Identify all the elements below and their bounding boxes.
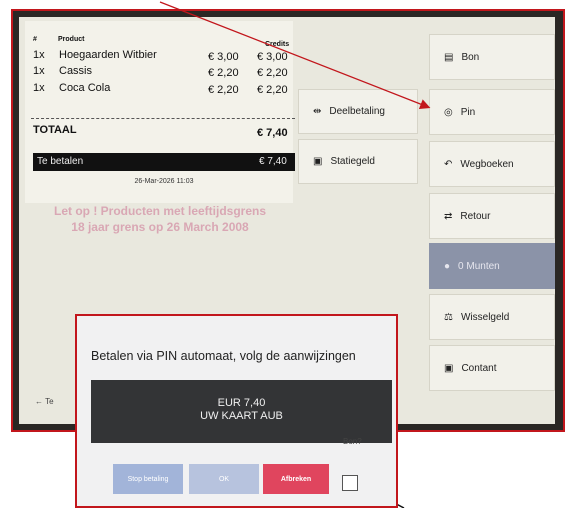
age-warning-line2: 18 jaar grens op 26 March 2008 bbox=[71, 220, 249, 234]
back-button-label: Te bbox=[45, 397, 54, 406]
item-price: € 2,20 bbox=[208, 67, 239, 79]
coin-icon: ◎ bbox=[444, 106, 453, 118]
receipt-panel: # Product Credits 1x Hoegaarden Witbier … bbox=[25, 21, 295, 203]
stop-payment-button[interactable]: Stop betaling bbox=[113, 464, 183, 494]
age-warning-line1: Let op ! Producten met leeftijdsgrens bbox=[53, 204, 267, 218]
pin-button[interactable]: ◎ Pin bbox=[429, 89, 555, 135]
receipt-icon: ▤ bbox=[444, 51, 454, 63]
item-price: € 2,20 bbox=[208, 84, 239, 96]
cash-icon: ▣ bbox=[444, 362, 454, 374]
pin-terminal-display: EUR 7,40 UW KAART AUB bbox=[91, 380, 392, 443]
amount-due-value: € 7,40 bbox=[259, 156, 287, 167]
item-name: Coca Cola bbox=[59, 82, 111, 94]
age-warning: Let op ! Producten met leeftijdsgrens 18… bbox=[29, 203, 291, 235]
amount-due-bar: Te betalen € 7,40 bbox=[33, 153, 295, 171]
wegboeken-button[interactable]: ↶ Wegboeken bbox=[429, 141, 555, 187]
item-credits: € 2,20 bbox=[257, 67, 288, 79]
retour-label: Retour bbox=[460, 210, 491, 222]
statiegeld-label: Statiegeld bbox=[330, 156, 375, 167]
col-header-credits: Credits bbox=[265, 41, 290, 48]
munten-label: 0 Munten bbox=[458, 260, 500, 272]
col-header-product: Product bbox=[58, 36, 85, 43]
undo-icon: ↶ bbox=[444, 158, 453, 170]
item-price: € 3,00 bbox=[208, 51, 239, 63]
cancel-button[interactable]: Afbreken bbox=[263, 464, 329, 494]
item-name: Hoegaarden Witbier bbox=[59, 49, 157, 61]
pin-amount: EUR 7,40 bbox=[217, 397, 266, 409]
item-name: Cassis bbox=[59, 65, 93, 77]
munten-button[interactable]: ● 0 Munten bbox=[429, 243, 555, 289]
deelbetaling-button[interactable]: ⇹ Deelbetaling bbox=[298, 89, 418, 134]
dialog-title: Betalen via PIN automaat, volg de aanwij… bbox=[91, 349, 356, 363]
pin-label: Pin bbox=[460, 106, 476, 118]
item-credits: € 2,20 bbox=[257, 84, 288, 96]
pin-dialog: Betalen via PIN automaat, volg de aanwij… bbox=[75, 314, 398, 508]
ok-button[interactable]: OK bbox=[189, 464, 259, 494]
coins-icon: ● bbox=[444, 260, 451, 272]
receipt-question-label: Bon? bbox=[343, 437, 362, 446]
total-label: TOTAAL bbox=[33, 124, 77, 136]
deelbetaling-label: Deelbetaling bbox=[329, 106, 385, 117]
receipt-date: 26-Mar-2026 11:03 bbox=[134, 178, 194, 185]
item-qty: 1x bbox=[33, 49, 45, 61]
col-header-qty: # bbox=[33, 36, 37, 43]
item-qty: 1x bbox=[33, 82, 45, 94]
statiegeld-button[interactable]: ▣ Statiegeld bbox=[298, 139, 418, 184]
receipt-checkbox[interactable] bbox=[342, 475, 358, 491]
pin-instruction: UW KAART AUB bbox=[200, 410, 283, 422]
change-icon: ⚖ bbox=[444, 311, 453, 323]
back-button[interactable]: ← Te bbox=[35, 397, 54, 406]
contant-button[interactable]: ▣ Contant bbox=[429, 345, 555, 391]
bon-label: Bon bbox=[461, 51, 480, 63]
wegboeken-label: Wegboeken bbox=[460, 158, 514, 170]
contant-label: Contant bbox=[461, 362, 497, 374]
retour-button[interactable]: ⇄ Retour bbox=[429, 193, 555, 239]
wisselgeld-button[interactable]: ⚖ Wisselgeld bbox=[429, 294, 555, 340]
item-qty: 1x bbox=[33, 65, 45, 77]
amount-due-label: Te betalen bbox=[37, 156, 84, 167]
receipt-divider bbox=[31, 118, 295, 119]
item-credits: € 3,00 bbox=[257, 51, 288, 63]
return-icon: ⇄ bbox=[444, 210, 453, 222]
split-icon: ⇹ bbox=[313, 106, 322, 117]
bon-button[interactable]: ▤ Bon bbox=[429, 34, 555, 80]
total-value: € 7,40 bbox=[257, 127, 288, 139]
cash-icon: ▣ bbox=[313, 156, 323, 167]
back-arrow-icon: ← bbox=[35, 397, 43, 406]
wisselgeld-label: Wisselgeld bbox=[460, 311, 510, 323]
